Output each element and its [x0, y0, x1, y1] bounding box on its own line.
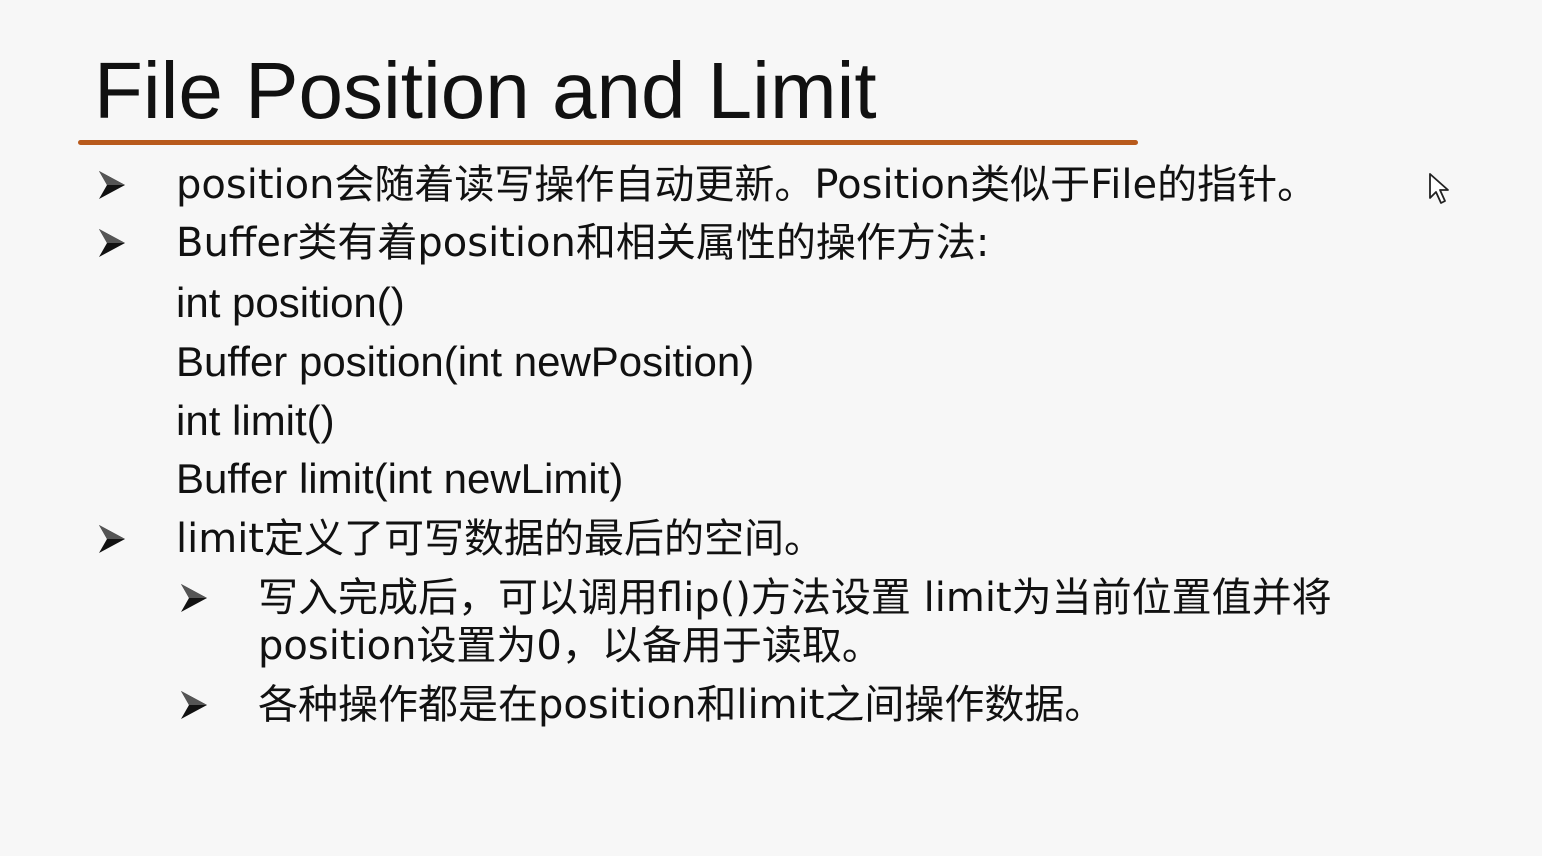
arrow-bullet-icon	[98, 524, 126, 554]
sub-bullet-flip-line2: position设置为0，以备用于读取。	[258, 623, 882, 669]
title-underline	[78, 140, 1138, 145]
bullet-text-position-update: position会随着读写操作自动更新。Position类似于File的指针。	[176, 162, 1318, 208]
slide-title: File Position and Limit	[94, 46, 877, 135]
mouse-pointer-icon	[1428, 172, 1450, 206]
method-buffer-position: Buffer position(int newPosition)	[176, 338, 755, 385]
arrow-bullet-icon	[180, 583, 208, 613]
arrow-bullet-icon	[180, 690, 208, 720]
slide: File Position and Limit position会随着读写操作自…	[0, 0, 1542, 856]
method-buffer-limit: Buffer limit(int newLimit)	[176, 455, 624, 502]
sub-bullet-operations: 各种操作都是在position和limit之间操作数据。	[258, 682, 1105, 728]
bullet-text-limit: limit定义了可写数据的最后的空间。	[176, 516, 824, 562]
method-int-limit: int limit()	[176, 397, 335, 444]
bullet-text-buffer-methods: Buffer类有着position和相关属性的操作方法:	[176, 220, 990, 266]
sub-bullet-flip-line1: 写入完成后，可以调用flip()方法设置 limit为当前位置值并将	[258, 575, 1332, 621]
arrow-bullet-icon	[98, 170, 126, 200]
method-int-position: int position()	[176, 279, 405, 326]
arrow-bullet-icon	[98, 228, 126, 258]
